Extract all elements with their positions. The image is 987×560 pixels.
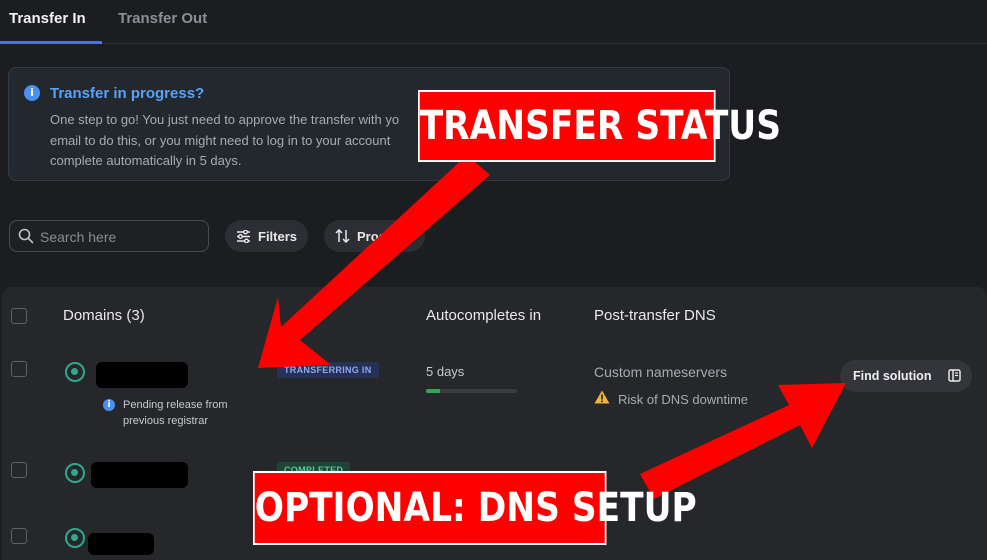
row-checkbox[interactable]	[11, 528, 27, 544]
dns-warning-text: Risk of DNS downtime	[618, 392, 749, 407]
domain-status-icon	[65, 463, 85, 483]
redacted-domain-name	[88, 533, 154, 555]
info-title: Transfer in progress?	[50, 85, 205, 102]
book-icon	[948, 369, 961, 382]
progress-fill	[426, 389, 440, 393]
tab-transfer-in[interactable]: Transfer In	[9, 10, 86, 27]
pending-line: Pending release from	[123, 399, 228, 411]
find-solution-button[interactable]: Find solution	[840, 360, 972, 392]
active-tab-indicator	[0, 41, 102, 44]
dns-type: Custom nameservers	[594, 364, 728, 380]
status-badge: TRANSFERRING IN	[277, 362, 379, 378]
search-input[interactable]	[40, 227, 200, 247]
filters-label: Filters	[258, 228, 298, 244]
redacted-domain-name	[96, 362, 188, 388]
sort-icon	[335, 229, 350, 243]
tab-bar: Transfer In Transfer Out	[0, 0, 987, 44]
tab-transfer-out[interactable]: Transfer Out	[118, 10, 207, 27]
filters-button[interactable]: Filters	[225, 220, 308, 252]
info-icon: i	[24, 85, 40, 101]
column-header-domains: Domains (3)	[63, 307, 145, 324]
sliders-icon	[237, 229, 250, 243]
info-icon: i	[103, 399, 115, 411]
pending-line: previous registrar	[123, 415, 208, 427]
pending-release-text: Pending release from previous registrar	[123, 397, 263, 429]
transfer-status-callout: TRANSFER STATUS	[418, 90, 781, 162]
autocomplete-days: 5 days	[426, 364, 465, 379]
transfer-progress-bar	[426, 389, 517, 393]
info-body-line: email to do this, or you might need to l…	[50, 132, 391, 148]
domain-status-icon	[65, 362, 85, 382]
dns-setup-callout: OPTIONAL: DNS SETUP	[253, 471, 697, 545]
progress-label: Progress	[357, 228, 414, 244]
domain-status-icon	[65, 528, 85, 548]
info-body-line: complete automatically in 5 days.	[50, 153, 242, 168]
redacted-domain-name	[91, 462, 188, 488]
info-body: One step to go! You just need to approve…	[50, 110, 470, 172]
progress-sort-button[interactable]: Progress	[324, 220, 425, 252]
info-body-line: One step to go! You just need to approve…	[50, 112, 400, 127]
search-icon	[18, 228, 34, 244]
search-box[interactable]	[9, 220, 209, 252]
find-solution-label: Find solution	[853, 369, 932, 383]
column-header-autocompletes: Autocompletes in	[426, 307, 542, 324]
warning-icon	[594, 390, 610, 404]
column-header-dns: Post-transfer DNS	[594, 307, 716, 324]
row-checkbox[interactable]	[11, 462, 27, 478]
select-all-checkbox[interactable]	[11, 308, 27, 324]
row-checkbox[interactable]	[11, 361, 27, 377]
